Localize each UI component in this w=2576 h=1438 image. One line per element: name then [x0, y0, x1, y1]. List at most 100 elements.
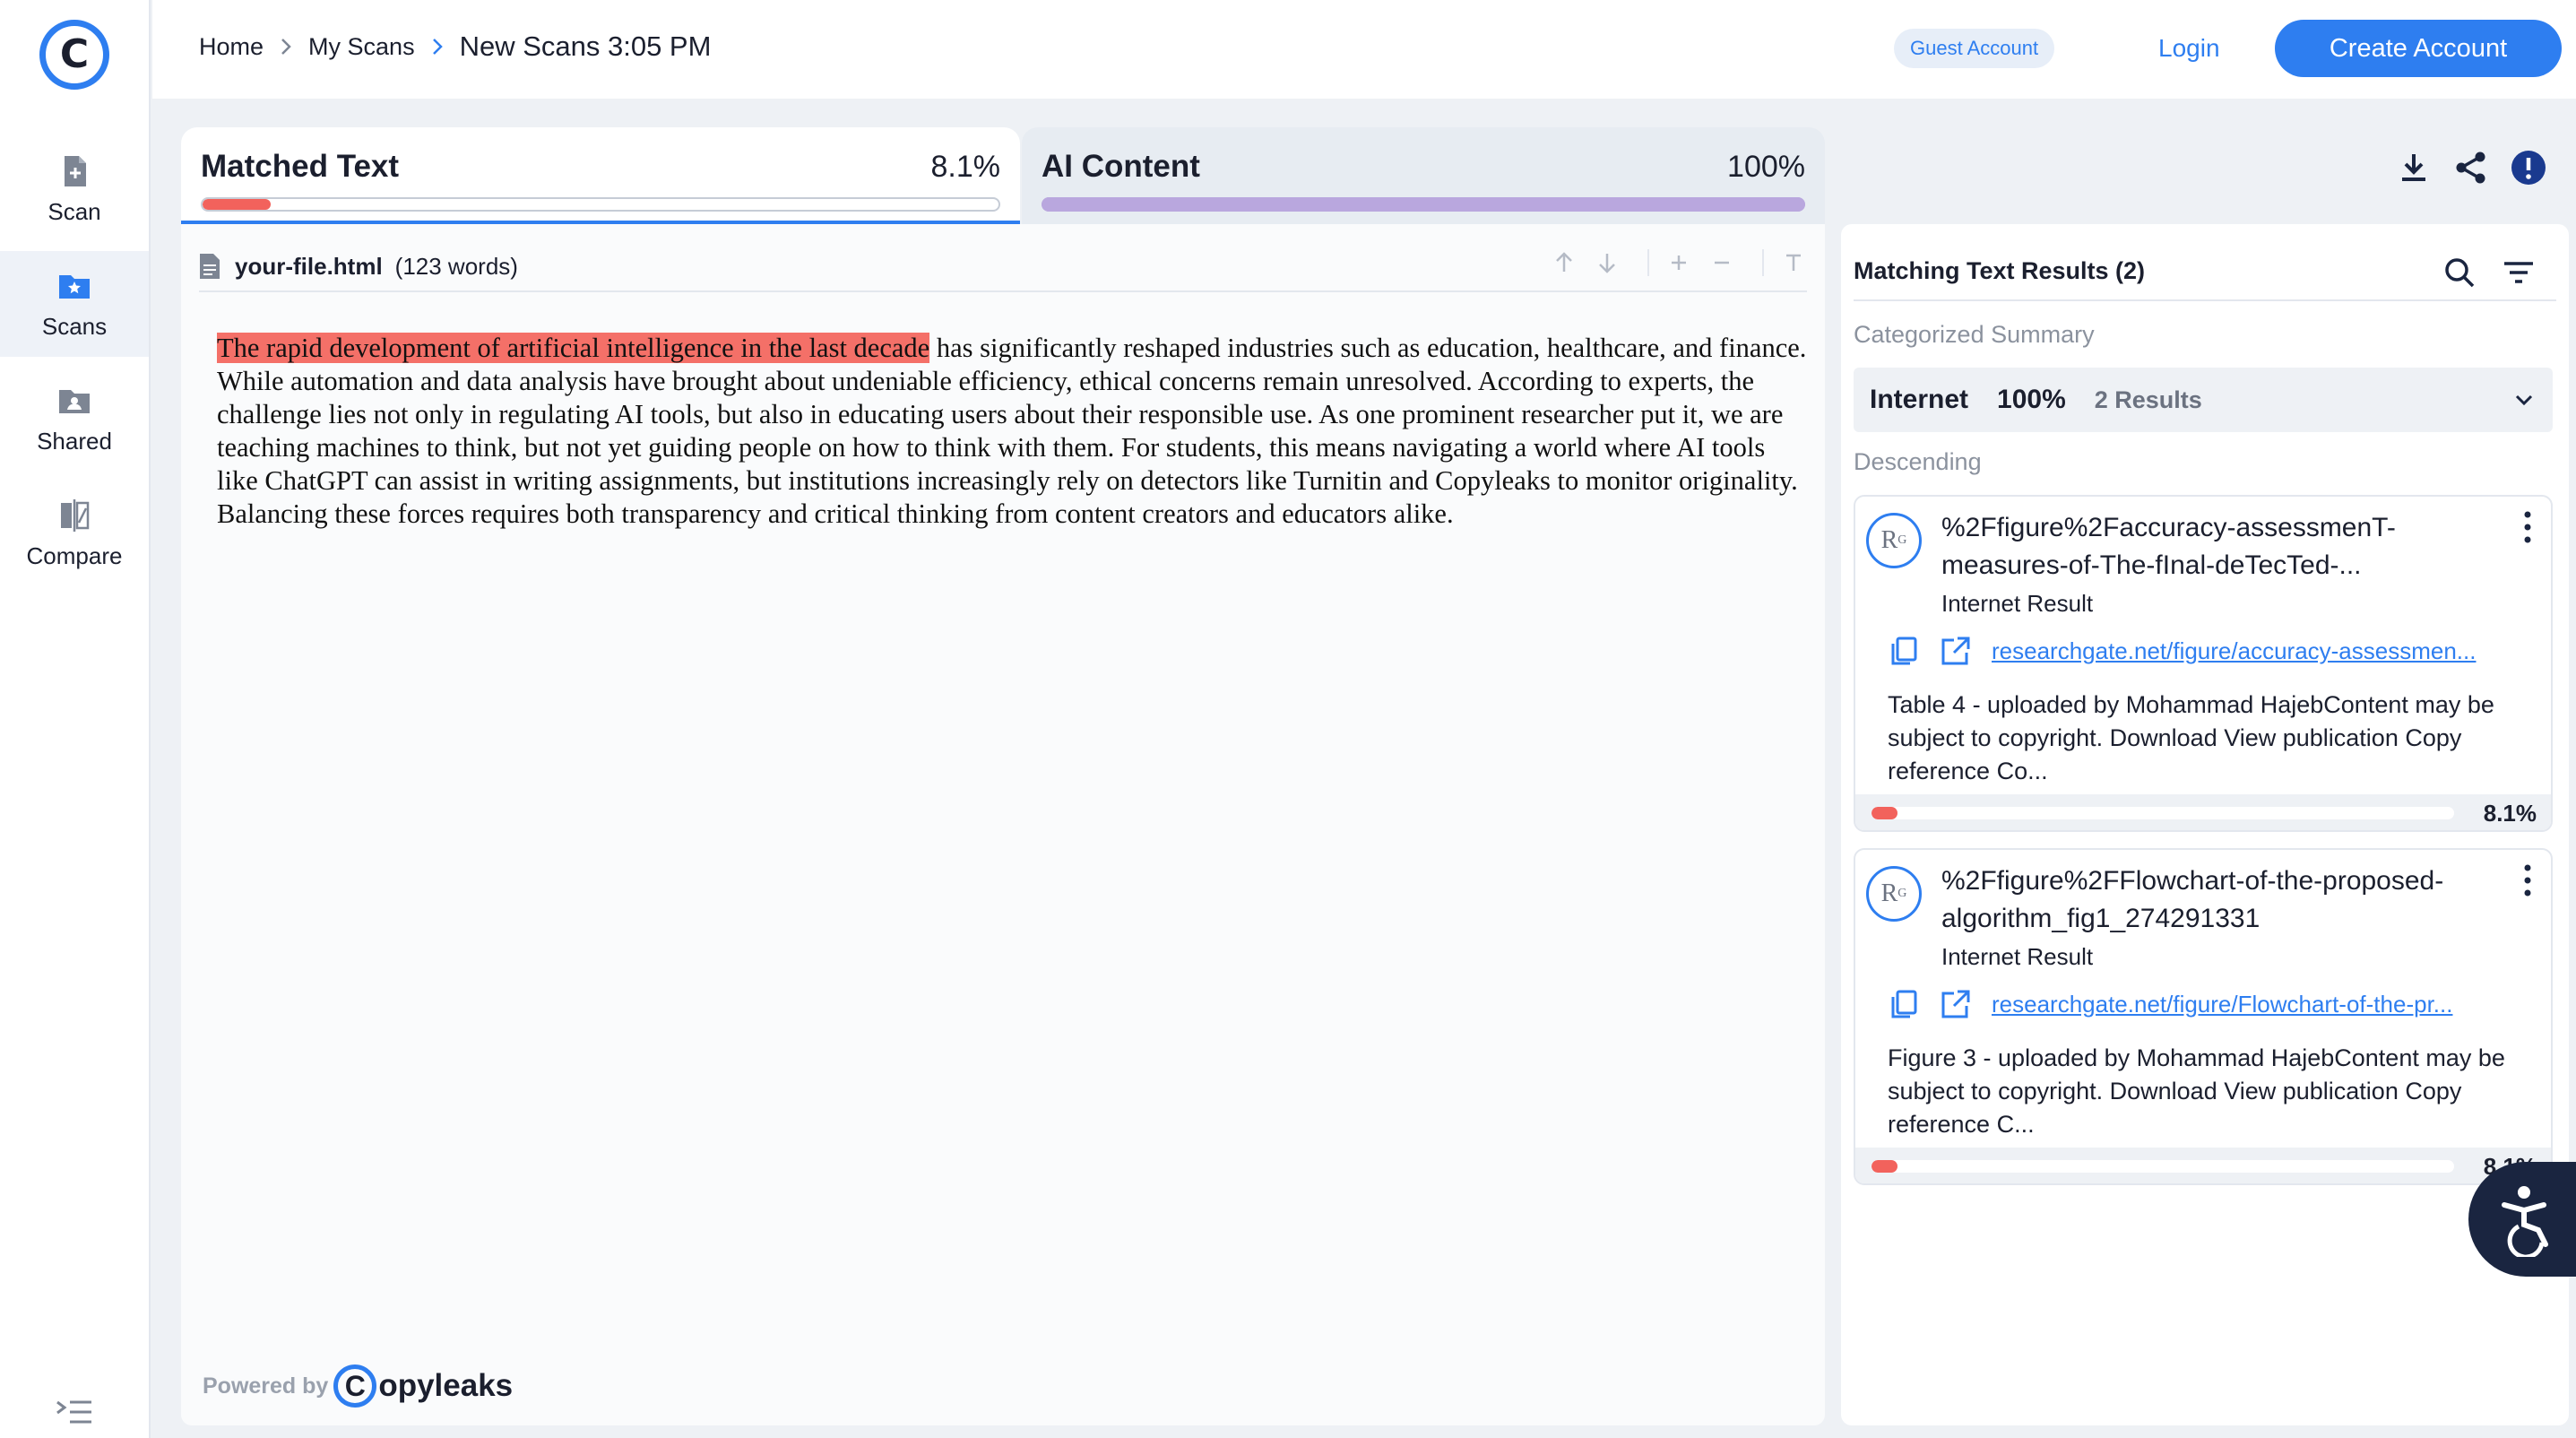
expand-sidebar-icon[interactable] — [56, 1399, 93, 1425]
result-title[interactable]: %2Ffigure%2FFlowchart-of-the-proposed-al… — [1941, 862, 2497, 938]
copy-icon[interactable] — [1888, 988, 1920, 1020]
result-source-type: Internet Result — [1941, 590, 2094, 617]
zoom-out-icon[interactable] — [1708, 249, 1735, 276]
result-card[interactable]: RG %2Ffigure%2Faccuracy-assessmenT-measu… — [1854, 495, 2553, 832]
summary-percent: 100% — [1997, 385, 2066, 414]
result-percent: 8.1% — [2483, 800, 2537, 827]
arrow-down-icon[interactable] — [1594, 249, 1621, 276]
sidebar-item-label: Compare — [26, 541, 123, 569]
summary-category: Internet — [1870, 385, 1969, 414]
result-description: Table 4 - uploaded by Mohammad HajebCont… — [1888, 691, 2494, 784]
ai-progress-fill — [1042, 197, 1805, 212]
result-card[interactable]: RG %2Ffigure%2FFlowchart-of-the-proposed… — [1854, 848, 2553, 1185]
sidebar-item-label: Scan — [48, 197, 101, 225]
arrow-up-icon[interactable] — [1551, 249, 1578, 276]
badge-letter: R — [1880, 526, 1898, 554]
sidebar-item-scan[interactable]: Scan — [0, 136, 149, 242]
document-panel: your-file.html (123 words) The rapid dev… — [181, 224, 1825, 1425]
text-format-icon[interactable] — [1780, 249, 1807, 276]
powered-by-footer: Powered by C opyleaks — [203, 1364, 513, 1408]
sidebar-item-label: Scans — [41, 312, 108, 340]
breadcrumb-current: New Scans 3:05 PM — [459, 30, 712, 62]
result-link[interactable]: researchgate.net/figure/Flowchart-of-the… — [1992, 991, 2504, 1018]
divider — [1762, 249, 1764, 276]
more-options-icon[interactable] — [2520, 862, 2535, 898]
word-count: (123 words) — [394, 252, 518, 280]
copy-icon[interactable] — [1888, 635, 1920, 667]
scan-icon — [65, 155, 86, 186]
results-panel: Matching Text Results (2) Categorized Su… — [1841, 224, 2569, 1425]
result-progress-fill — [1871, 1160, 1897, 1173]
results-header: Matching Text Results (2) — [1854, 242, 2556, 301]
chevron-down-icon[interactable] — [2511, 387, 2537, 412]
sidebar-item-label: Shared — [37, 427, 112, 455]
sidebar-item-shared[interactable]: Shared — [0, 366, 149, 472]
result-footer: 8.1% — [1855, 1148, 2551, 1183]
badge-superscript: G — [1897, 887, 1907, 900]
result-progress-fill — [1871, 807, 1897, 819]
file-icon — [200, 254, 220, 279]
copyleaks-logo[interactable]: C — [39, 20, 109, 90]
result-source-type: Internet Result — [1941, 943, 2094, 970]
search-icon[interactable] — [2442, 255, 2477, 290]
tab-ai-content[interactable]: AI Content 100% — [1022, 127, 1825, 224]
compare-icon — [61, 498, 90, 532]
zoom-in-icon[interactable] — [1665, 249, 1692, 276]
login-link[interactable]: Login — [2158, 34, 2220, 63]
tab-title: AI Content — [1042, 149, 1200, 184]
sidebar-item-compare[interactable]: Compare — [0, 481, 149, 586]
tab-percent: 100% — [1727, 149, 1805, 184]
filter-icon[interactable] — [2501, 255, 2537, 290]
result-progress-bar — [1871, 807, 2454, 819]
categorized-summary-label: Categorized Summary — [1854, 321, 2095, 348]
logo-letter: C — [50, 30, 99, 79]
chevron-right-icon — [281, 39, 291, 55]
breadcrumb-my-scans[interactable]: My Scans — [308, 33, 415, 61]
breadcrumb-home[interactable]: Home — [199, 33, 264, 61]
result-actions: researchgate.net/figure/accuracy-assessm… — [1888, 635, 2504, 667]
tab-matched-text[interactable]: Matched Text 8.1% — [181, 127, 1020, 224]
summary-count: 2 Results — [2094, 385, 2202, 413]
tab-title: Matched Text — [201, 149, 400, 184]
share-icon[interactable] — [2452, 149, 2490, 186]
breadcrumb: Home My Scans New Scans 3:05 PM — [199, 30, 711, 63]
result-link[interactable]: researchgate.net/figure/accuracy-assessm… — [1992, 637, 2504, 665]
ai-progress-bar — [1042, 197, 1805, 212]
summary-internet-row[interactable]: Internet 100% 2 Results — [1854, 368, 2553, 432]
top-header: Home My Scans New Scans 3:05 PM Guest Ac… — [152, 0, 2576, 99]
matched-progress-fill — [203, 199, 272, 210]
more-options-icon[interactable] — [2520, 509, 2535, 545]
result-progress-bar — [1871, 1160, 2454, 1173]
file-name: your-file.html — [235, 252, 383, 280]
external-link-icon[interactable] — [1940, 988, 1972, 1020]
copyleaks-wordmark: opyleaks — [378, 1368, 514, 1403]
scans-folder-icon — [59, 274, 90, 299]
badge-letter: R — [1880, 879, 1898, 907]
tab-percent: 8.1% — [930, 149, 1001, 184]
result-description: Figure 3 - uploaded by Mohammad HajebCon… — [1888, 1044, 2505, 1138]
document-text: The rapid development of artificial inte… — [217, 332, 1812, 531]
create-account-button[interactable]: Create Account — [2275, 20, 2562, 77]
external-link-icon[interactable] — [1940, 635, 1972, 667]
researchgate-badge: RG — [1866, 866, 1922, 922]
accessibility-icon — [2502, 1186, 2548, 1257]
result-title[interactable]: %2Ffigure%2Faccuracy-assessmenT-measures… — [1941, 509, 2497, 585]
accessibility-button[interactable] — [2468, 1162, 2576, 1277]
info-icon[interactable] — [2510, 149, 2547, 186]
guest-account-badge: Guest Account — [1894, 29, 2055, 68]
report-actions — [2395, 149, 2547, 186]
sidebar: C Scan Scans Shared Compare — [0, 0, 151, 1438]
result-actions: researchgate.net/figure/Flowchart-of-the… — [1888, 988, 2504, 1020]
document-toolbar: your-file.html (123 words) — [199, 242, 1807, 292]
shared-folder-icon — [59, 389, 90, 413]
powered-by-label: Powered by — [203, 1373, 329, 1399]
results-title: Matching Text Results (2) — [1854, 256, 2146, 284]
result-footer: 8.1% — [1855, 794, 2551, 830]
download-icon[interactable] — [2395, 149, 2433, 186]
matched-text-highlight[interactable]: The rapid development of artificial inte… — [217, 333, 930, 363]
sort-label: Descending — [1854, 448, 1982, 475]
matched-progress-bar — [201, 197, 1000, 212]
document-tools — [1534, 249, 1807, 276]
copyleaks-logo-mark: C — [333, 1364, 377, 1408]
sidebar-item-scans[interactable]: Scans — [0, 251, 149, 357]
